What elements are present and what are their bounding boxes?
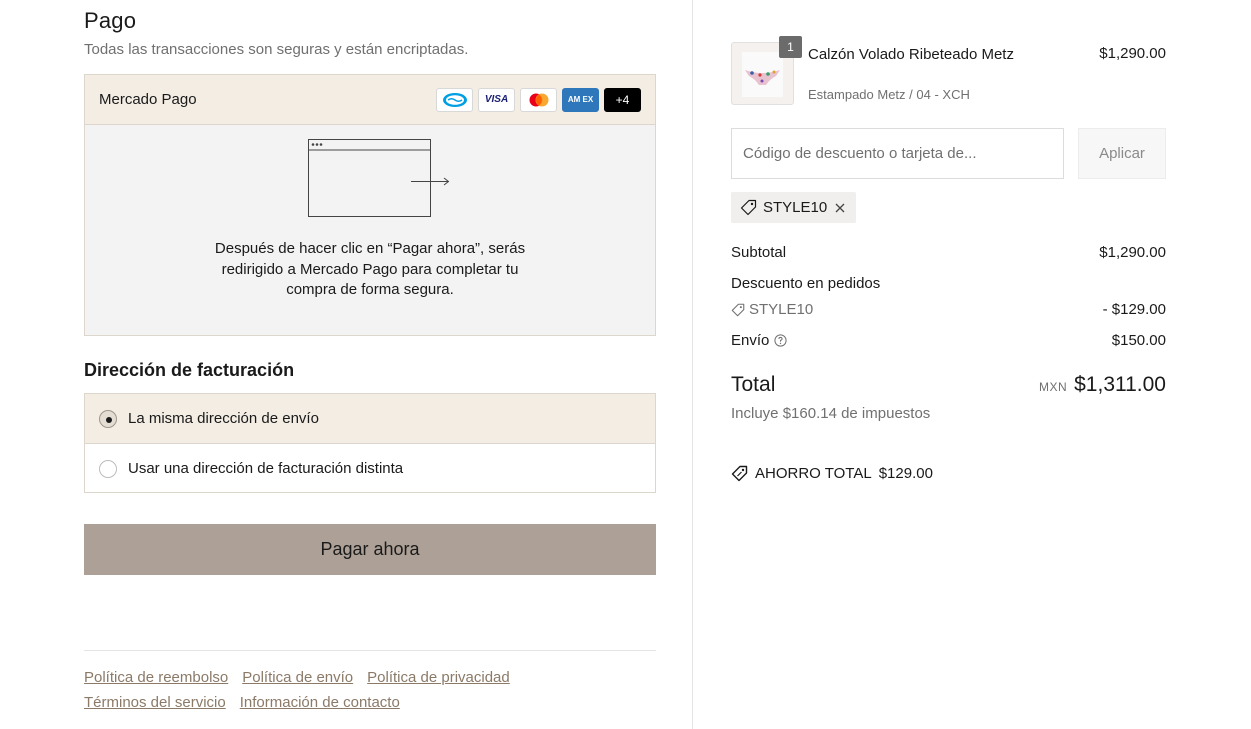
footer-divider	[84, 650, 656, 651]
billing-option-different[interactable]: Usar una dirección de facturación distin…	[85, 444, 655, 493]
shipping-policy-link[interactable]: Política de envío	[242, 665, 353, 690]
subtotal-value: $1,290.00	[1099, 244, 1166, 261]
subtotal-row: Subtotal $1,290.00	[731, 244, 1166, 261]
card-icons: VISA AM EX +4	[436, 87, 641, 112]
underwear-product-icon	[745, 70, 780, 85]
amex-icon: AM EX	[562, 87, 599, 112]
payment-method-label: Mercado Pago	[99, 91, 197, 108]
currency-code: MXN	[1038, 380, 1068, 394]
discount-amount: - $129.00	[1102, 301, 1166, 318]
savings-tag-icon	[731, 465, 748, 482]
savings-label: AHORRO TOTAL	[755, 465, 872, 482]
discount-code-item: STYLE10	[731, 301, 813, 318]
total-value: $1,311.00	[1074, 373, 1166, 396]
shipping-row: Envío $150.00	[731, 332, 1166, 349]
billing-option-label: La misma dirección de envío	[128, 410, 319, 427]
savings-amount: $129.00	[878, 465, 933, 482]
payment-column: Pago Todas las transacciones son seguras…	[0, 0, 693, 729]
order-summary-column	[693, 0, 1251, 729]
refund-policy-link[interactable]: Política de reembolso	[84, 665, 228, 690]
cart-item: 1 Calzón Volado Ribeteado Metz Estampado…	[731, 36, 1166, 106]
remove-code-icon[interactable]	[833, 201, 847, 215]
product-thumbnail: 1	[731, 36, 802, 105]
terms-link[interactable]: Términos del servicio	[84, 690, 226, 715]
shipping-label: Envío	[731, 332, 770, 349]
discount-code-input[interactable]	[731, 128, 1064, 179]
subtotal-label: Subtotal	[731, 244, 787, 261]
mastercard-icon	[520, 87, 557, 112]
more-cards-badge: +4	[604, 87, 641, 112]
tag-icon	[731, 303, 745, 316]
radio-selected[interactable]	[99, 409, 117, 428]
billing-option-label: Usar una dirección de facturación distin…	[128, 460, 404, 477]
payment-method-body: Después de hacer clic en “Pagar ahora”, …	[85, 125, 655, 335]
payment-title: Pago	[84, 8, 137, 33]
browser-redirect-icon	[308, 139, 450, 217]
mercadopago-icon	[436, 87, 473, 112]
product-price: $1,290.00	[1099, 45, 1166, 62]
shipping-value: $150.00	[1111, 332, 1166, 349]
payment-method-box: Mercado Pago VISA AM EX +4 Después de ha…	[84, 74, 656, 336]
product-name: Calzón Volado Ribeteado Metz	[808, 46, 1014, 63]
billing-option-same[interactable]: La misma dirección de envío	[85, 394, 655, 444]
taxes-note: Incluye $160.14 de impuestos	[731, 405, 931, 422]
product-variant: Estampado Metz / 04 - XCH	[808, 87, 970, 102]
pay-now-button[interactable]: Pagar ahora	[84, 524, 656, 575]
applied-discount-chip: STYLE10	[731, 192, 857, 223]
radio-unselected[interactable]	[99, 459, 117, 478]
privacy-policy-link[interactable]: Política de privacidad	[367, 665, 510, 690]
quantity-badge: 1	[779, 36, 802, 58]
total-label: Total	[731, 373, 776, 396]
payment-method-header[interactable]: Mercado Pago VISA AM EX +4	[85, 75, 655, 125]
applied-code-label: STYLE10	[763, 199, 828, 216]
discount-code-row: STYLE10 - $129.00	[731, 301, 1166, 318]
order-discount-row: Descuento en pedidos	[731, 275, 1166, 292]
payment-subtitle: Todas las transacciones son seguras y es…	[84, 41, 469, 58]
tag-icon	[740, 199, 757, 216]
discount-code-label: STYLE10	[749, 301, 814, 318]
apply-discount-button[interactable]: Aplicar	[1078, 128, 1166, 179]
billing-title: Dirección de facturación	[84, 360, 295, 380]
contact-info-link[interactable]: Información de contacto	[240, 690, 400, 715]
visa-icon: VISA	[478, 87, 515, 112]
footer-links: Política de reembolso Política de envío Po…	[84, 665, 656, 715]
redirect-info-text: Después de hacer clic en “Pagar ahora”, …	[214, 240, 526, 298]
total-savings: AHORRO TOTAL $129.00	[731, 465, 933, 482]
order-discount-label: Descuento en pedidos	[731, 275, 881, 292]
billing-options: La misma dirección de envío Usar una dir…	[84, 393, 656, 493]
help-icon[interactable]	[774, 334, 787, 347]
total-amount: MXN $1,311.00	[1039, 373, 1166, 397]
